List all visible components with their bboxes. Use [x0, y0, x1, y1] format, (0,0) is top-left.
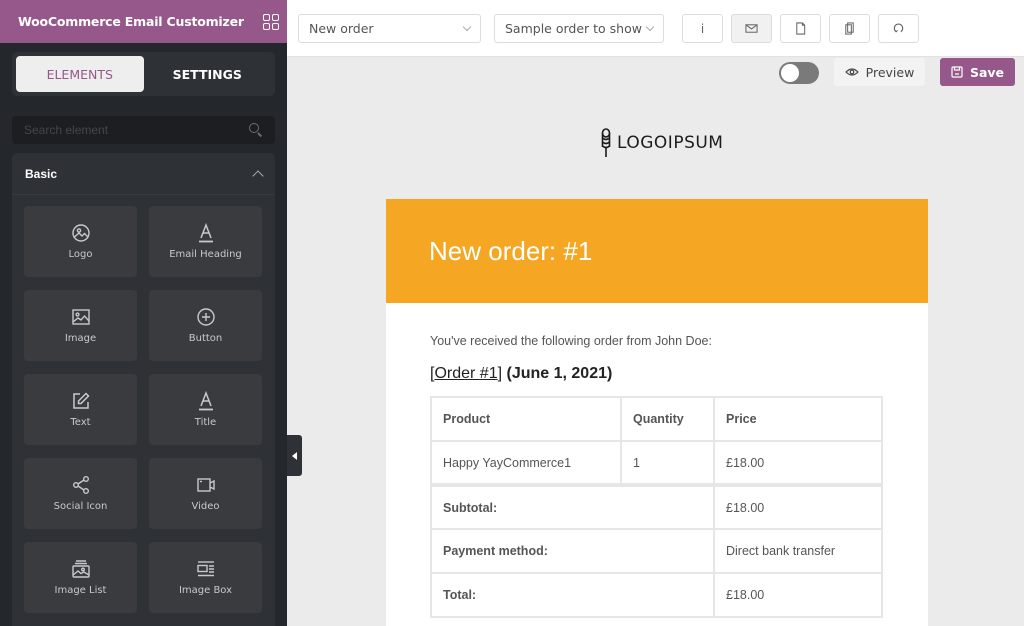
copy-icon [845, 22, 854, 35]
totals-row: Total: £18.00 [430, 572, 883, 618]
element-label: Social Icon [53, 501, 108, 512]
totals-label: Total: [430, 572, 715, 618]
plus-circle-icon [196, 308, 215, 326]
reset-icon [893, 23, 904, 33]
info-button[interactable]: i [682, 14, 723, 43]
element-label: Title [194, 417, 217, 428]
document-button[interactable] [780, 14, 821, 43]
element-label: Email Heading [169, 249, 242, 260]
element-label: Image [64, 333, 97, 344]
info-icon: i [700, 21, 705, 36]
eye-icon [844, 68, 859, 76]
panel-title: Basic [25, 166, 58, 181]
order-link[interactable]: Order #1 [434, 365, 497, 382]
element-image[interactable]: Image [24, 290, 137, 361]
search-input[interactable] [24, 123, 249, 137]
email-type-select[interactable]: New order [298, 14, 481, 43]
element-label: Video [191, 501, 220, 512]
image-list-icon [71, 560, 90, 578]
search-icon[interactable] [249, 123, 263, 137]
element-image-box[interactable]: Image Box [149, 542, 262, 613]
panel-header[interactable]: Basic [12, 153, 275, 195]
product-price: £18.00 [713, 440, 883, 486]
email-heading: New order: #1 [429, 235, 593, 266]
element-text[interactable]: Text [24, 374, 137, 445]
edit-icon [72, 392, 90, 409]
heading-icon [198, 223, 213, 243]
totals-row: Payment method: Direct bank transfer [430, 528, 883, 574]
save-label: Save [969, 64, 1005, 80]
totals-label: Subtotal: [430, 483, 715, 530]
video-icon [196, 478, 215, 492]
sample-order-select[interactable]: Sample order to show [494, 14, 664, 43]
sidebar-header: WooCommerce Email Customizer [0, 0, 287, 43]
element-label: Button [188, 333, 223, 344]
column-header: Product [430, 396, 622, 442]
email-preview: New order: #1 You've received the follow… [386, 199, 928, 626]
element-image-list[interactable]: Image List [24, 542, 137, 613]
order-date: (June 1, 2021) [506, 365, 613, 382]
share-icon [72, 476, 89, 494]
sample-order-value: Sample order to show [505, 21, 642, 36]
save-button[interactable]: Save [940, 58, 1015, 86]
tab-settings[interactable]: SETTINGS [144, 56, 272, 92]
element-tiles: Logo Email Heading Image Button Text Tit… [24, 206, 262, 613]
element-title[interactable]: Title [149, 374, 262, 445]
reset-button[interactable] [878, 14, 919, 43]
toolbar: New order Sample order to show i [287, 0, 1024, 57]
save-icon [951, 66, 963, 78]
order-title: [Order #1] (June 1, 2021) [430, 365, 613, 382]
logo-image-icon [71, 224, 90, 242]
email-body[interactable]: You've received the following order from… [386, 303, 928, 618]
preview-button[interactable]: Preview [834, 58, 925, 86]
logo-text: LOGOIPSUM [617, 133, 724, 153]
element-label: Image List [54, 585, 107, 596]
wheat-logo-icon [601, 128, 611, 157]
grid-icon[interactable] [263, 13, 279, 30]
email-button[interactable] [731, 14, 772, 43]
element-label: Text [70, 417, 91, 428]
image-box-icon [196, 561, 214, 577]
tab-elements[interactable]: ELEMENTS [16, 56, 144, 92]
element-label: Image Box [178, 585, 233, 596]
totals-value: Direct bank transfer [713, 528, 883, 574]
copy-button[interactable] [829, 14, 870, 43]
element-logo[interactable]: Logo [24, 206, 137, 277]
totals-label: Payment method: [430, 528, 715, 574]
sidebar: WooCommerce Email Customizer ELEMENTS SE… [0, 0, 287, 626]
sidebar-tabs: ELEMENTS SETTINGS [12, 52, 275, 96]
app-title: WooCommerce Email Customizer [18, 14, 244, 29]
email-type-value: New order [309, 21, 374, 36]
search-box [12, 116, 275, 144]
column-header: Quantity [620, 396, 715, 442]
totals-value: £18.00 [713, 483, 883, 530]
collapse-sidebar-handle[interactable] [287, 435, 302, 476]
table-header-row: Product Quantity Price [430, 396, 883, 442]
totals-value: £18.00 [713, 572, 883, 618]
element-button[interactable]: Button [149, 290, 262, 361]
chevron-down-icon [462, 22, 472, 31]
image-icon [71, 309, 90, 325]
title-icon [198, 391, 213, 411]
element-label: Logo [68, 249, 93, 260]
column-header: Price [713, 396, 883, 442]
product-name: Happy YayCommerce1 [430, 440, 622, 486]
element-video[interactable]: Video [149, 458, 262, 529]
email-intro-text: You've received the following order from… [430, 334, 712, 348]
chevron-down-icon [645, 22, 655, 31]
table-row: Happy YayCommerce1 1 £18.00 [430, 440, 883, 486]
email-heading-block[interactable]: New order: #1 [386, 199, 928, 303]
preview-mode-toggle[interactable] [779, 62, 819, 84]
envelope-icon [745, 24, 758, 33]
chevron-up-icon[interactable] [252, 169, 264, 182]
product-quantity: 1 [620, 440, 715, 486]
element-email-heading[interactable]: Email Heading [149, 206, 262, 277]
email-logo[interactable]: LOGOIPSUM [600, 128, 723, 158]
basic-elements-panel: Basic Logo Email Heading Image Button Te… [12, 153, 275, 626]
element-social-icon[interactable]: Social Icon [24, 458, 137, 529]
document-icon [796, 22, 806, 35]
totals-row: Subtotal: £18.00 [430, 483, 883, 530]
preview-label: Preview [865, 64, 915, 80]
order-items-table: Product Quantity Price Happy YayCommerce… [430, 396, 883, 618]
